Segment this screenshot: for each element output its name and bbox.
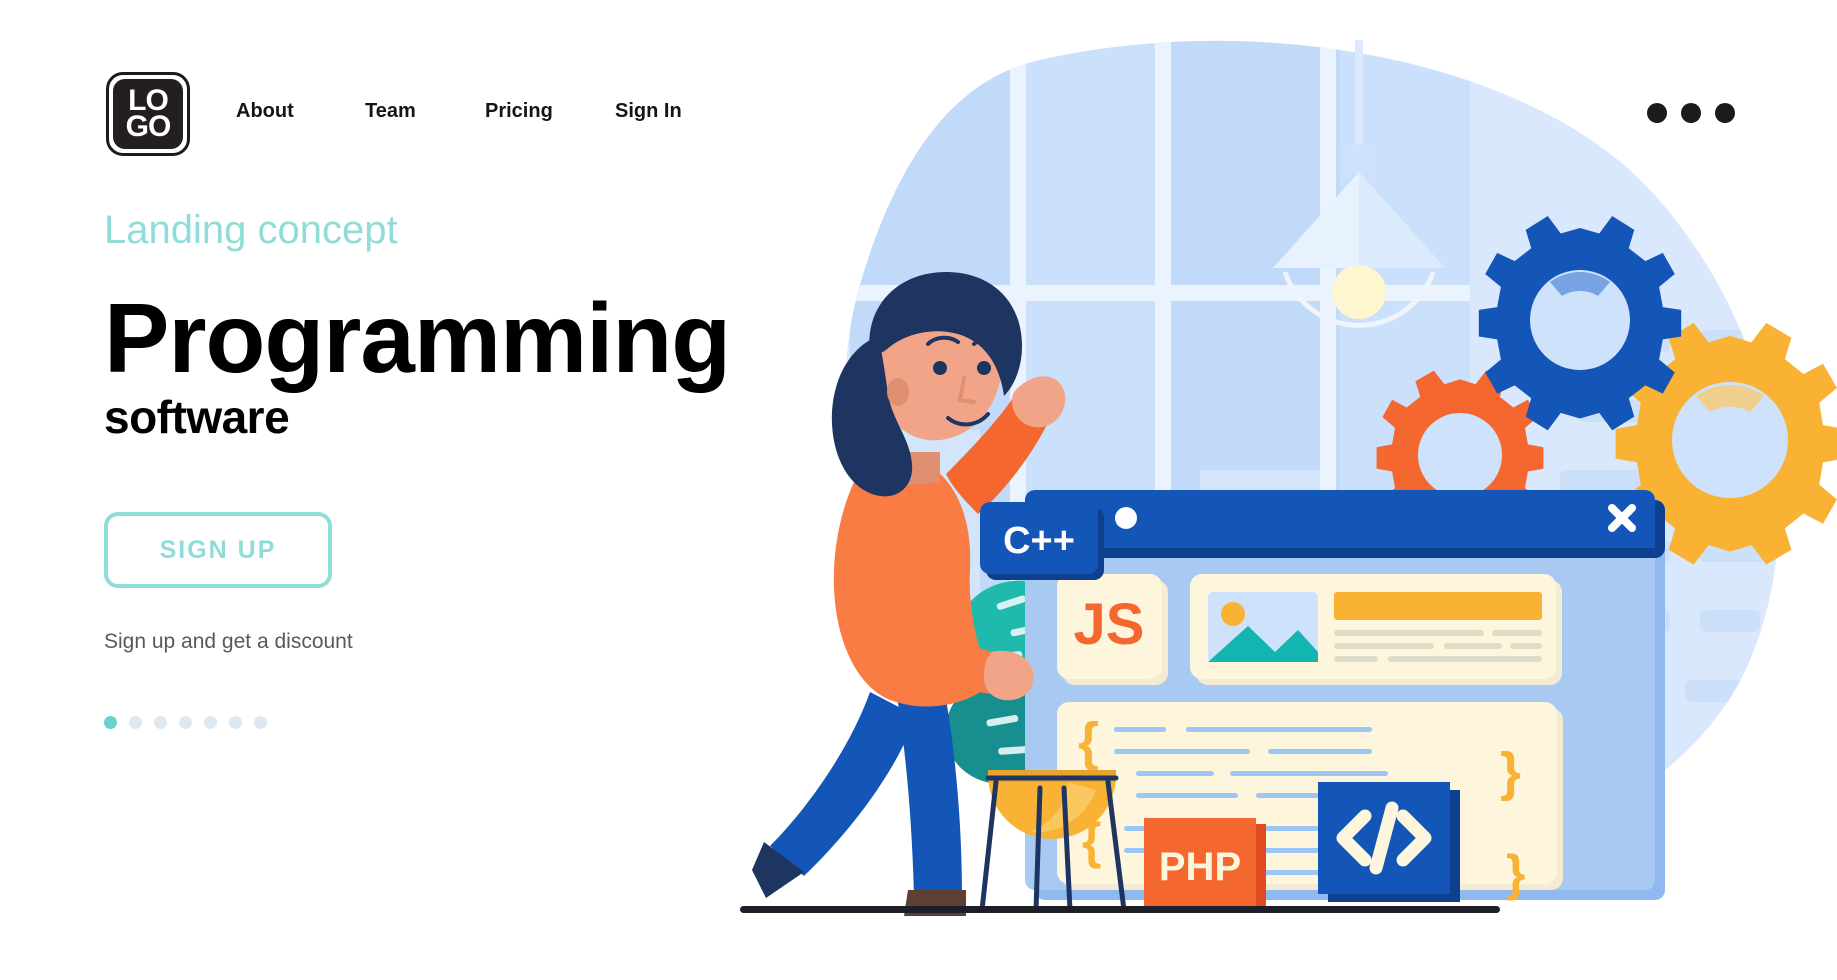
hero-eyebrow: Landing concept <box>104 208 398 252</box>
svg-text:}: } <box>1506 845 1525 901</box>
image-placeholder-icon <box>1208 592 1318 662</box>
nav-item-team[interactable]: Team <box>365 100 485 123</box>
pagination-dot[interactable] <box>129 716 142 730</box>
sign-up-button[interactable]: SIGN UP <box>104 512 332 589</box>
page-subtitle: software <box>104 391 290 444</box>
pagination-dot[interactable] <box>204 716 217 730</box>
pagination-dot-active[interactable] <box>104 716 117 730</box>
landing-page: LO GO About Team Pricing Sign In Landing… <box>0 0 1837 980</box>
hero-illustration: JS {} {} C++ PHP <box>700 0 1837 980</box>
pagination-dot[interactable] <box>179 716 192 730</box>
logo-badge: LO GO <box>113 79 183 149</box>
logo[interactable]: LO GO <box>106 72 190 156</box>
svg-text:PHP: PHP <box>1159 845 1241 889</box>
pagination-dot[interactable] <box>154 716 167 730</box>
cpp-badge: C++ <box>980 502 1104 580</box>
page-title: Programming <box>104 283 731 393</box>
js-card: JS <box>1057 574 1168 685</box>
svg-text:JS: JS <box>1074 592 1145 657</box>
nav-item-about[interactable]: About <box>236 100 365 123</box>
svg-text:{: { <box>1078 712 1099 772</box>
svg-text:}: } <box>1500 742 1521 802</box>
discount-note: Sign up and get a discount <box>104 630 353 654</box>
pagination-dot[interactable] <box>229 716 242 730</box>
main-navigation: About Team Pricing Sign In <box>236 100 725 123</box>
hero-section: Landing concept Programming software SIG… <box>104 208 804 730</box>
php-badge: PHP <box>1144 818 1266 912</box>
pagination-dot[interactable] <box>254 716 267 730</box>
floor-line <box>740 906 1500 913</box>
carousel-pagination[interactable] <box>104 716 804 730</box>
code-tag-badge <box>1318 782 1460 902</box>
content-card <box>1190 574 1562 685</box>
nav-item-pricing[interactable]: Pricing <box>485 100 615 123</box>
logo-text-line-2: GO <box>125 110 172 143</box>
svg-text:C++: C++ <box>1003 520 1075 562</box>
code-panel: { } { } <box>1057 702 1563 901</box>
